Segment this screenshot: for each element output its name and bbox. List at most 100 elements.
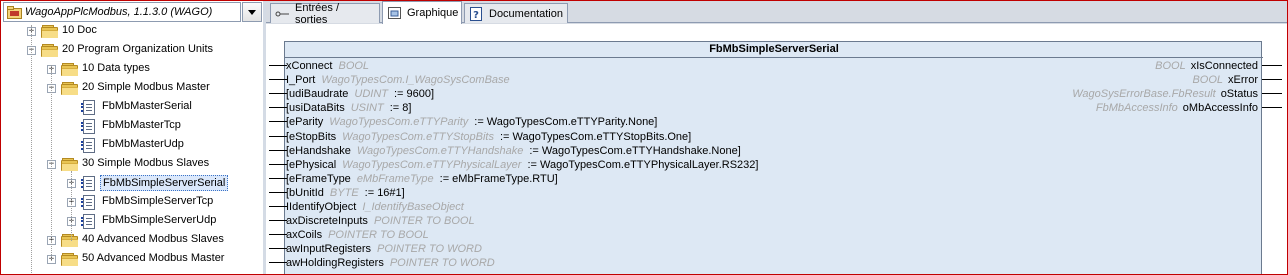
input-pin[interactable]: [usiDataBits USINT:= 8] xyxy=(286,101,411,115)
editor-panel: Entrées / sorties Graphique ? Documentat… xyxy=(266,1,1287,274)
function-block-icon xyxy=(81,176,95,191)
pin-name: xError xyxy=(1228,74,1258,87)
pin-type: WagoTypesCom.I_WagoSysComBase xyxy=(321,74,510,87)
pin-name: axCoils xyxy=(286,229,323,242)
input-pin[interactable]: [eParity WagoTypesCom.eTTYParity:= WagoTy… xyxy=(286,115,657,129)
pin-initial-value: := WagoTypesCom.eTTYHandshake.None] xyxy=(529,144,741,157)
tree-folder-item[interactable]: +50 Advanced Modbus Master xyxy=(1,250,263,269)
tree-item-label: 10 Data types xyxy=(82,62,150,74)
pin-type: WagoTypesCom.eTTYParity xyxy=(329,116,469,129)
input-pin[interactable]: [udiBaudrate UDINT:= 9600] xyxy=(286,87,434,101)
tree-item-label: 40 Advanced Modbus Slaves xyxy=(82,233,224,245)
tree-folder-item[interactable]: +10 Doc xyxy=(1,22,263,41)
input-pin[interactable]: I_Port WagoTypesCom.I_WagoSysComBase xyxy=(286,73,516,87)
input-pin[interactable]: IIdentifyObject I_IdentifyBaseObject xyxy=(286,200,470,214)
pin-initial-value: := WagoTypesCom.eTTYParity.None] xyxy=(474,116,658,129)
input-pin[interactable]: awInputRegisters POINTER TO WORD xyxy=(286,242,488,256)
input-pin[interactable]: awHoldingRegisters POINTER TO WORD xyxy=(286,256,501,270)
tree-folder-item[interactable]: +40 Advanced Modbus Slaves xyxy=(1,231,263,250)
input-wire xyxy=(269,135,287,137)
library-selector[interactable]: WagoAppPlcModbus, 1.1.3.0 (WAGO) xyxy=(3,2,241,22)
library-name: WagoAppPlcModbus, 1.1.3.0 (WAGO) xyxy=(25,6,213,18)
pin-type: BOOL xyxy=(338,60,370,72)
output-wire xyxy=(1262,65,1282,66)
pin-type: BOOL xyxy=(1192,74,1224,87)
pin-name: [eStopBits xyxy=(286,130,337,143)
tree-item-label: FbMbSimpleServerUdp xyxy=(102,214,217,226)
output-pin[interactable]: WagoSysErrorBase.FbResult oStatus xyxy=(1072,87,1258,101)
input-wire xyxy=(269,163,287,165)
pin-type: I_IdentifyBaseObject xyxy=(362,201,464,213)
input-pin[interactable]: [bUnitId BYTE:= 16#1] xyxy=(286,186,405,200)
output-wire xyxy=(1262,79,1282,81)
help-icon: ? xyxy=(469,6,485,21)
input-pin[interactable]: [eHandshake WagoTypesCom.eTTYHandshake:= … xyxy=(286,144,741,158)
pin-type: FbMbAccessInfo xyxy=(1095,102,1178,115)
function-block-title: FbMbSimpleServerSerial xyxy=(709,43,839,55)
svg-text:?: ? xyxy=(473,10,479,21)
tree-item-label: 20 Simple Modbus Master xyxy=(82,81,210,93)
tab-inputs-outputs[interactable]: Entrées / sorties xyxy=(270,1,380,26)
tab-documentation[interactable]: ? Documentation xyxy=(464,3,568,23)
tree-folder-item[interactable]: +10 Data types xyxy=(1,60,263,79)
function-block[interactable]: FbMbSimpleServerSerial xConnect BOOL I_Por… xyxy=(284,41,1263,274)
graph-icon xyxy=(387,6,403,20)
input-pin[interactable]: [eStopBits WagoTypesCom.eTTYStopBits:= Wa… xyxy=(286,130,691,144)
library-tree-panel: WagoAppPlcModbus, 1.1.3.0 (WAGO) +10 Doc… xyxy=(1,1,263,274)
input-wire xyxy=(269,65,287,66)
input-wire xyxy=(269,262,287,264)
input-pin[interactable]: xConnect BOOL xyxy=(286,59,375,73)
tab-graphique[interactable]: Graphique xyxy=(382,1,462,24)
input-wire xyxy=(269,107,287,109)
pin-name: awInputRegisters xyxy=(286,243,371,256)
pin-type: POINTER TO WORD xyxy=(377,243,482,256)
tree-item-label: 30 Simple Modbus Slaves xyxy=(82,157,210,169)
input-wire xyxy=(269,79,287,81)
input-wire xyxy=(269,206,287,207)
tree-item-label: FbMbMasterUdp xyxy=(102,138,184,150)
output-pin[interactable]: FbMbAccessInfo oMbAccessInfo xyxy=(1096,101,1258,115)
input-pin[interactable]: axCoils POINTER TO BOOL xyxy=(286,228,435,242)
pin-initial-value: := 8] xyxy=(389,102,412,115)
folder-icon xyxy=(41,44,58,57)
pin-type: WagoSysErrorBase.FbResult xyxy=(1072,88,1216,101)
pin-name: awHoldingRegisters xyxy=(286,257,384,270)
chevron-down-icon xyxy=(248,9,256,15)
tree-pou-item[interactable]: FbMbMasterSerial xyxy=(1,98,263,117)
tree-pou-item[interactable]: + FbMbSimpleServerTcp xyxy=(1,193,263,212)
title-divider xyxy=(285,57,1263,58)
function-block-icon xyxy=(81,100,95,115)
library-dropdown-button[interactable] xyxy=(242,2,262,22)
tree-item-label: 50 Advanced Modbus Master xyxy=(82,252,225,264)
pin-type: USINT xyxy=(350,102,384,115)
tree-folder-item[interactable]: −20 Simple Modbus Master xyxy=(1,79,263,98)
pin-name: [bUnitId xyxy=(286,186,324,199)
output-pin[interactable]: BOOL xError xyxy=(1192,73,1258,87)
tree-pou-item[interactable]: FbMbMasterUdp xyxy=(1,136,263,155)
function-block-icon xyxy=(81,119,95,134)
input-pin[interactable]: [ePhysical WagoTypesCom.eTTYPhysicalLayer… xyxy=(286,158,758,172)
tree-pou-item[interactable]: + FbMbSimpleServerUdp xyxy=(1,212,263,231)
input-wire xyxy=(269,93,287,95)
tree-item-label: FbMbSimpleServerSerial xyxy=(100,175,229,191)
output-pin[interactable]: BOOL xIsConnected xyxy=(1155,59,1258,73)
pin-initial-value: := WagoTypesCom.eTTYPhysicalLayer.RS232] xyxy=(527,158,759,171)
pin-type: WagoTypesCom.eTTYHandshake xyxy=(356,144,524,157)
library-icon xyxy=(7,5,22,19)
input-wire xyxy=(269,248,287,250)
tab-label: Documentation xyxy=(489,7,563,20)
tree-folder-item[interactable]: −20 Program Organization Units xyxy=(1,41,263,60)
tree-pou-item[interactable]: FbMbMasterTcp xyxy=(1,117,263,136)
pin-name: xIsConnected xyxy=(1190,60,1258,72)
input-pin[interactable]: [eFrameType eMbFrameType:= eMbFrameType.R… xyxy=(286,172,558,186)
input-pin[interactable]: axDiscreteInputs POINTER TO BOOL xyxy=(286,214,481,228)
input-wire xyxy=(269,234,287,236)
tree-item-label: FbMbSimpleServerTcp xyxy=(102,195,214,207)
input-wire xyxy=(269,121,287,123)
tab-label: Entrées / sorties xyxy=(295,1,340,26)
tree-pou-item[interactable]: + FbMbSimpleServerSerial xyxy=(1,174,263,193)
pin-type: POINTER TO BOOL xyxy=(373,215,475,228)
pin-initial-value: := eMbFrameType.RTU] xyxy=(439,172,558,185)
pin-name: [udiBaudrate xyxy=(286,88,349,101)
tree-folder-item[interactable]: −30 Simple Modbus Slaves xyxy=(1,155,263,174)
